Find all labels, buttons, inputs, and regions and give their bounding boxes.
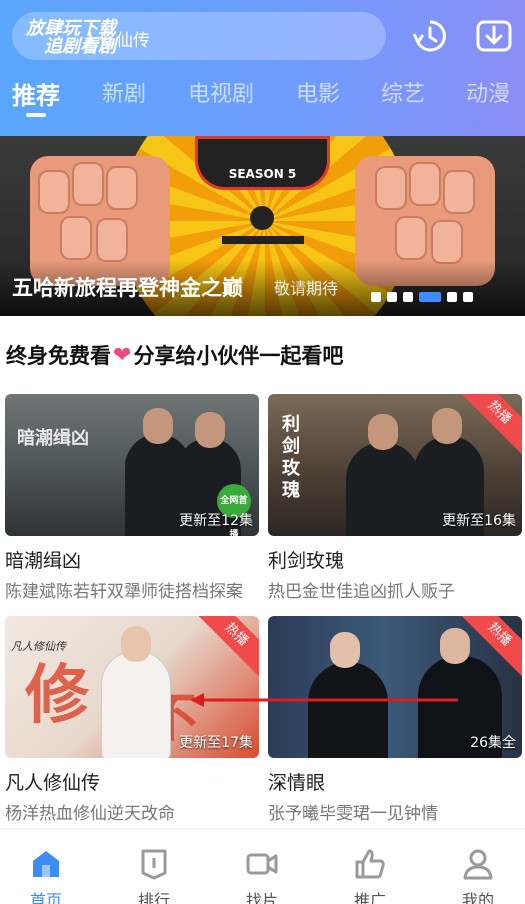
drama-description: 陈建斌陈若轩双犟师徒搭档探案: [5, 582, 243, 602]
poster-face: [368, 414, 398, 450]
nav-find[interactable]: 找片: [222, 829, 302, 904]
drama-card[interactable]: 凡人修仙传 修 不 热播 更新至17集 凡人修仙传 杨洋热血修仙逆天改命: [5, 616, 259, 824]
drama-description: 杨洋热血修仙逆天改命: [5, 804, 175, 824]
swipe-arrow-annotation: [190, 693, 458, 707]
tab-variety[interactable]: 综艺: [381, 76, 425, 108]
drama-card[interactable]: 利剑玫瑰 热播 更新至16集 利剑玫瑰 热巴金世佳追凶抓人贩子: [268, 394, 522, 602]
poster-figure: [101, 650, 171, 758]
poster-face: [121, 626, 151, 662]
poster-title-text: 利剑玫瑰: [282, 414, 300, 501]
poster-face: [195, 412, 225, 448]
drama-poster[interactable]: 暗潮缉凶 全网首播 更新至12集: [5, 394, 259, 536]
banner-subtitle: 敬请期待: [274, 279, 339, 298]
episode-update: 更新至16集: [442, 513, 516, 529]
section-title-part2: 分享给小伙伴一起看吧: [133, 344, 344, 368]
stick-figure-bar: [222, 236, 304, 244]
poster-title-text: 暗潮缉凶: [17, 428, 89, 449]
poster-face: [440, 628, 470, 664]
section-title-part1: 终身免费看: [6, 344, 111, 368]
history-icon[interactable]: [410, 16, 450, 56]
poster-figure: [346, 442, 420, 536]
tab-movie[interactable]: 电影: [296, 76, 340, 108]
active-tab-indicator: [26, 113, 46, 117]
nav-label: 首页: [29, 891, 62, 904]
carousel-dot[interactable]: [463, 292, 473, 302]
tab-anime[interactable]: 动漫: [466, 76, 510, 108]
nav-promote[interactable]: 推广: [330, 829, 410, 904]
episode-update: 更新至17集: [179, 735, 253, 751]
drama-card[interactable]: 暗潮缉凶 全网首播 更新至12集 暗潮缉凶 陈建斌陈若轩双犟师徒搭档探案: [5, 394, 259, 602]
drama-poster[interactable]: 热播 26集全: [268, 616, 522, 758]
drama-description: 张予曦毕雯珺一见钟情: [268, 804, 438, 824]
poster-figure: [308, 662, 388, 758]
bottom-nav: 首页 排行 找片 推广 我的: [0, 828, 525, 904]
nav-home[interactable]: 首页: [6, 829, 86, 904]
carousel-dot[interactable]: [387, 292, 397, 302]
carousel-dots[interactable]: [371, 292, 473, 302]
carousel-dot[interactable]: [403, 292, 413, 302]
drama-poster[interactable]: 利剑玫瑰 热播 更新至16集: [268, 394, 522, 536]
drama-poster[interactable]: 凡人修仙传 修 不 热播 更新至17集: [5, 616, 259, 758]
heart-icon: ❤: [113, 342, 132, 368]
drama-title[interactable]: 深情眼: [268, 768, 522, 795]
nav-label: 推广: [353, 891, 386, 904]
search-bar[interactable]: 放肆玩下载 追剧看剧 人修仙传: [12, 12, 386, 60]
nav-label: 我的: [461, 891, 494, 904]
banner-caption: 五哈新旅程再登神金之巅 敬请期待: [0, 260, 525, 316]
category-tabs: 推荐 新剧 电视剧 电影 综艺 动漫: [0, 76, 525, 122]
tab-tv-series[interactable]: 电视剧: [188, 76, 254, 108]
poster-calligraphy: 修: [25, 659, 89, 733]
episode-update: 26集全: [470, 735, 516, 751]
poster-face: [432, 408, 462, 444]
thumbs-up-icon: [355, 849, 385, 879]
carousel-dot[interactable]: [447, 292, 457, 302]
tab-recommend[interactable]: 推荐: [12, 76, 60, 111]
top-header: 放肆玩下载 追剧看剧 人修仙传 推荐 新剧 电视剧 电影 综艺 动漫: [0, 0, 525, 140]
download-icon[interactable]: [474, 16, 514, 56]
episode-update: 更新至12集: [179, 513, 253, 529]
stick-figure-head: [250, 206, 274, 230]
video-camera-icon: [246, 853, 278, 875]
user-icon: [463, 849, 493, 880]
banner-title: 五哈新旅程再登神金之巅: [12, 276, 243, 300]
search-placeholder: 人修仙传: [82, 31, 150, 51]
carousel-dot-active[interactable]: [419, 292, 441, 302]
hot-badge: 热播: [194, 616, 259, 677]
tab-new-drama[interactable]: 新剧: [102, 76, 146, 108]
home-icon: [33, 851, 59, 877]
show-logo: SEASON 5: [195, 136, 330, 190]
drama-title[interactable]: 凡人修仙传: [5, 768, 259, 795]
drama-card[interactable]: 热播 26集全 深情眼 张予曦毕雯珺一见钟情: [268, 616, 522, 824]
ranking-icon: [141, 849, 167, 880]
poster-face: [330, 632, 360, 668]
drama-title[interactable]: 暗潮缉凶: [5, 546, 259, 573]
drama-title[interactable]: 利剑玫瑰: [268, 546, 522, 573]
drama-description: 热巴金世佳追凶抓人贩子: [268, 582, 455, 602]
poster-face: [143, 408, 173, 444]
nav-ranking[interactable]: 排行: [114, 829, 194, 904]
hero-banner[interactable]: SEASON 5 五哈新旅程再登神金之巅 敬请期待: [0, 136, 525, 316]
nav-label: 找片: [245, 891, 278, 904]
section-title: 终身免费看 ❤ 分享给小伙伴一起看吧: [6, 340, 343, 370]
nav-label: 排行: [137, 891, 170, 904]
app-screen: 放肆玩下载 追剧看剧 人修仙传 推荐 新剧 电视剧 电影 综艺 动漫 SEASO…: [0, 0, 525, 904]
nav-profile[interactable]: 我的: [438, 829, 518, 904]
carousel-dot[interactable]: [371, 292, 381, 302]
